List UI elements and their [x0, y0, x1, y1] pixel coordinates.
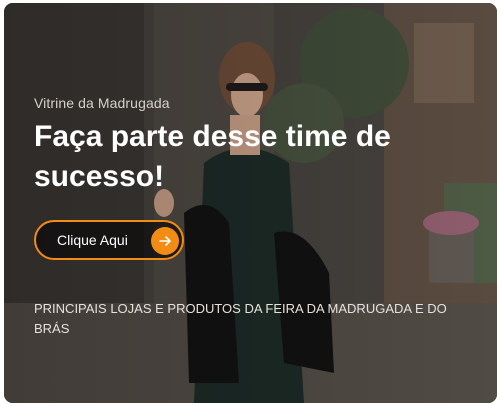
dark-overlay — [4, 3, 497, 403]
hero-headline: Faça parte desse time de sucesso! — [34, 120, 391, 193]
hero-tagline: PRINCIPAIS LOJAS E PRODUTOS DA FEIRA DA … — [34, 301, 447, 336]
hero-banner: Vitrine da Madrugada Faça parte desse ti… — [4, 3, 497, 403]
arrow-right-glyph — [159, 236, 171, 246]
arrow-right-icon — [151, 227, 179, 255]
cta-button-label: Clique Aqui — [57, 232, 128, 248]
eyebrow-text: Vitrine da Madrugada — [34, 95, 170, 111]
cta-button[interactable]: Clique Aqui — [34, 220, 184, 260]
